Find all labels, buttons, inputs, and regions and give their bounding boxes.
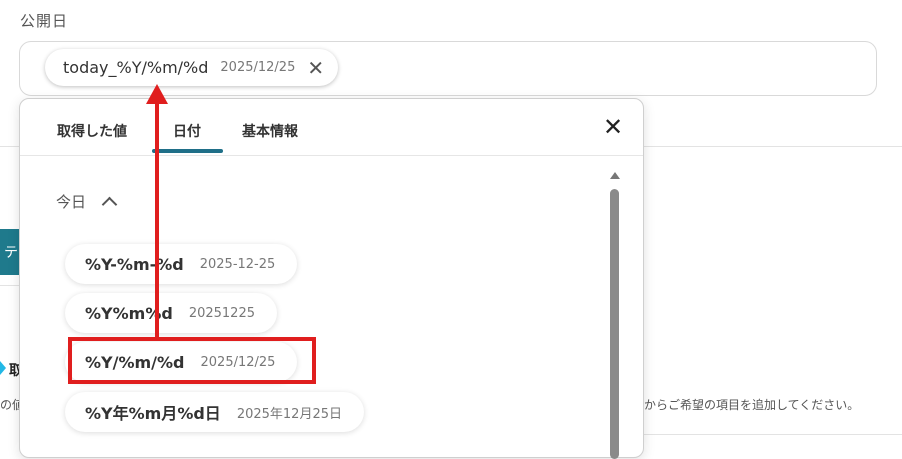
option-token: %Y-%m-%d xyxy=(85,254,184,274)
chip-token: today_%Y/%m/%d xyxy=(63,58,209,77)
value-picker-panel: 取得した値 日付 基本情報 ✕ 今日 %Y-%m-%d 2025-12-25 %… xyxy=(19,98,644,459)
background-button[interactable]: テ xyxy=(0,229,19,275)
scrollbar-thumb[interactable] xyxy=(610,189,619,459)
option-token: %Y%m%d xyxy=(85,303,173,323)
section-toggle-today[interactable]: 今日 xyxy=(56,191,118,213)
chevron-up-icon xyxy=(101,196,118,213)
scroll-up-arrow-icon[interactable] xyxy=(610,172,620,179)
divider xyxy=(0,146,20,147)
option-preview: 2025年12月25日 xyxy=(236,406,342,422)
section-title: 今日 xyxy=(56,193,87,211)
close-icon[interactable]: ✕ xyxy=(307,58,324,78)
divider xyxy=(644,146,902,147)
tab-bar: 取得した値 日付 基本情報 xyxy=(20,99,643,156)
background-button-label: テ xyxy=(4,245,18,261)
highlight-box xyxy=(68,337,316,384)
close-icon[interactable]: ✕ xyxy=(603,115,623,139)
date-format-option[interactable]: %Y%m%d 20251225 xyxy=(65,293,277,333)
option-token: %Y年%m月%d日 xyxy=(85,404,221,423)
tab-basic-info[interactable]: 基本情報 xyxy=(242,121,298,141)
option-preview: 20251225 xyxy=(188,305,255,321)
selected-value-chip[interactable]: today_%Y/%m/%d 2025/12/25 ✕ xyxy=(45,49,339,86)
diamond-icon xyxy=(0,361,6,375)
tab-date[interactable]: 日付 xyxy=(173,121,201,141)
field-label: 公開日 xyxy=(20,12,69,30)
active-tab-indicator xyxy=(152,149,223,153)
tab-acquired-values[interactable]: 取得した値 xyxy=(57,121,127,141)
chip-preview-value: 2025/12/25 xyxy=(220,60,296,75)
divider xyxy=(0,285,20,286)
divider xyxy=(644,434,902,435)
date-format-option[interactable]: %Y-%m-%d 2025-12-25 xyxy=(65,244,298,284)
background-help-text: からご希望の項目を追加してください。 xyxy=(644,398,860,412)
date-format-option[interactable]: %Y年%m月%d日 2025年12月25日 xyxy=(65,392,364,432)
option-preview: 2025-12-25 xyxy=(199,256,276,272)
annotation-arrow-head-icon xyxy=(146,84,168,104)
annotation-arrow-line xyxy=(155,100,159,337)
